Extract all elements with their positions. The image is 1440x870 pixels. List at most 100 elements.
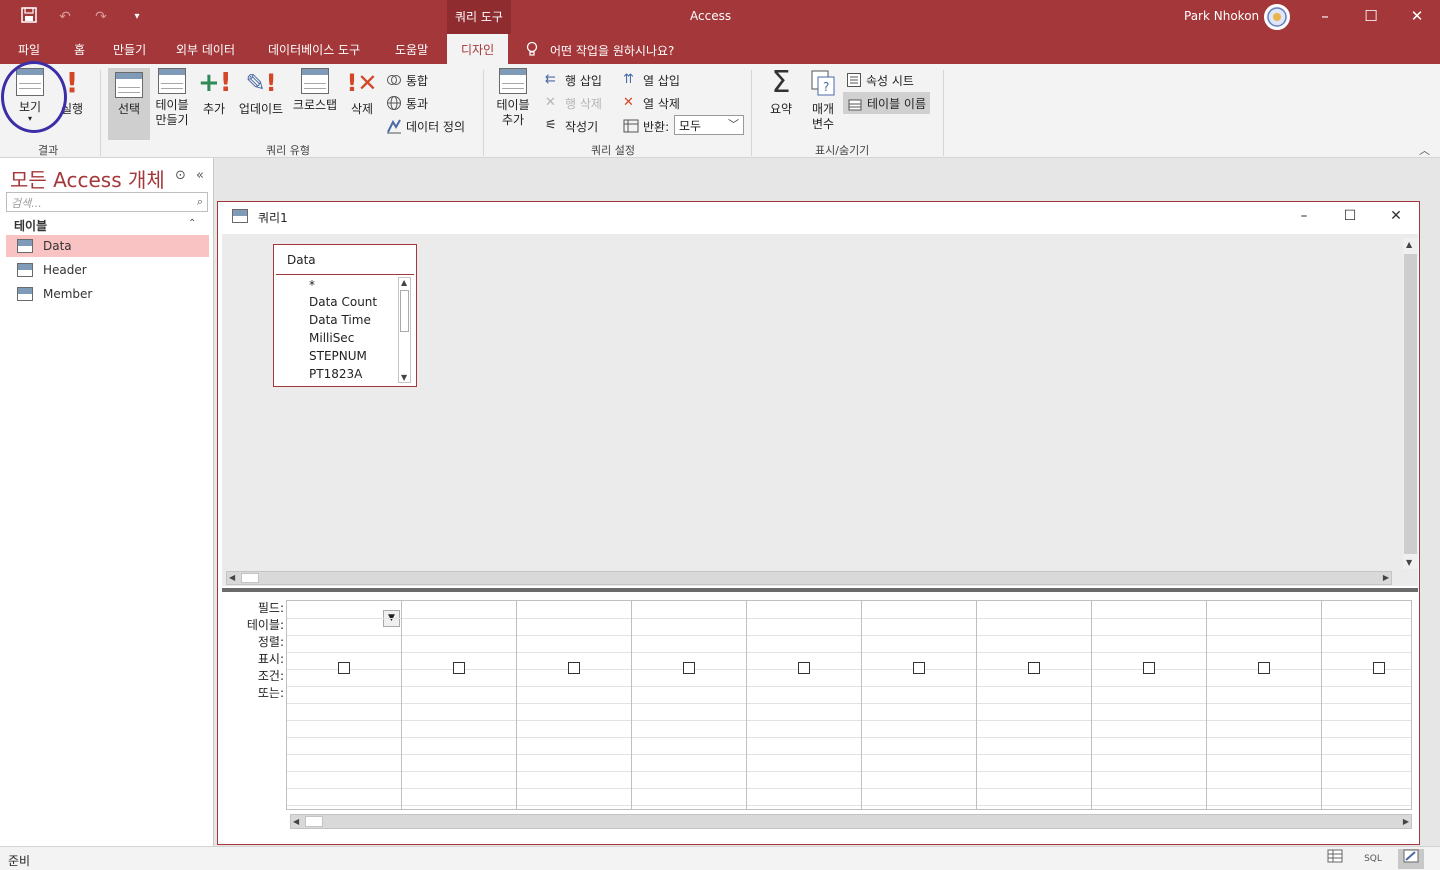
field-item[interactable]: MilliSec [309, 331, 354, 345]
collapse-ribbon-icon[interactable]: ︿ [1419, 142, 1430, 158]
scroll-right-icon[interactable]: ▶ [1383, 573, 1389, 582]
user-name[interactable]: Park Nhokon [1184, 9, 1259, 23]
vscroll-thumb[interactable] [1404, 254, 1417, 554]
field-item[interactable]: * [309, 278, 315, 292]
datasheet-view-icon[interactable] [1322, 849, 1348, 869]
show-checkbox[interactable] [913, 662, 925, 674]
scroll-left-icon[interactable]: ◀ [229, 573, 235, 582]
grid-column[interactable] [1092, 601, 1207, 809]
tab-design[interactable]: 디자인 [447, 34, 509, 64]
show-checkbox[interactable] [338, 662, 350, 674]
nav-item-data[interactable]: Data [6, 235, 209, 257]
totals-button[interactable]: Σ 요약 [764, 68, 798, 117]
close-icon[interactable]: ✕ [1373, 202, 1419, 230]
update-query-button[interactable]: ✎! 업데이트 [236, 68, 286, 117]
scroll-down-icon[interactable]: ▼ [1406, 558, 1412, 567]
tab-external-data[interactable]: 외부 데이터 [176, 41, 235, 58]
select-query-button[interactable]: 선택 [108, 68, 150, 140]
grid-column[interactable] [1322, 601, 1411, 809]
grid-column[interactable] [402, 601, 517, 809]
tab-help[interactable]: 도움말 [395, 41, 428, 58]
table-pane[interactable]: Data * Data Count Data Time MilliSec STE… [222, 234, 1418, 586]
nav-item-member[interactable]: Member [6, 283, 209, 305]
show-checkbox[interactable] [568, 662, 580, 674]
nav-item-header[interactable]: Header [6, 259, 209, 281]
search-icon[interactable]: ⌕ [197, 195, 203, 209]
append-query-button[interactable]: +! 추가 [198, 68, 232, 117]
show-checkbox[interactable] [683, 662, 695, 674]
show-checkbox[interactable] [798, 662, 810, 674]
maximize-icon[interactable]: ☐ [1327, 202, 1373, 230]
grid-column[interactable] [632, 601, 747, 809]
nav-search-input[interactable]: 검색... ⌕ [6, 192, 208, 212]
grid-column[interactable] [977, 601, 1092, 809]
customize-qat-icon[interactable]: ▾ [126, 7, 148, 27]
grid-column[interactable] [287, 601, 402, 809]
show-checkbox[interactable] [1373, 662, 1385, 674]
field-list-data[interactable]: Data * Data Count Data Time MilliSec STE… [273, 244, 417, 387]
table-pane-hscrollbar[interactable]: ◀ ▶ [226, 571, 1392, 585]
show-checkbox[interactable] [1028, 662, 1040, 674]
collapse-group-icon[interactable]: ⌃ [188, 218, 196, 229]
grid-column[interactable] [517, 601, 632, 809]
delete-columns-button[interactable]: ✕ 열 삭제 [623, 93, 680, 113]
scroll-left-icon[interactable]: ◀ [293, 817, 299, 826]
builder-button[interactable]: ⚟ 작성기 [545, 116, 598, 136]
grid-column[interactable] [862, 601, 977, 809]
delete-query-button[interactable]: !✕ 삭제 [346, 68, 378, 117]
property-sheet-button[interactable]: 속성 시트 [846, 70, 914, 90]
field-item[interactable]: STEPNUM [309, 349, 367, 363]
field-item[interactable]: PT1823A [309, 367, 362, 381]
crosstab-query-button[interactable]: 크로스탭 [290, 68, 340, 113]
tab-file[interactable]: 파일 [18, 41, 40, 58]
field-list-scrollbar[interactable]: ▲ ▼ [398, 277, 411, 383]
pass-through-button[interactable]: 통과 [386, 93, 428, 113]
scroll-up-icon[interactable]: ▲ [401, 278, 407, 287]
table-names-button[interactable]: 테이블 이름 [843, 92, 931, 114]
tab-create[interactable]: 만들기 [113, 41, 146, 58]
data-definition-button[interactable]: 데이터 정의 [386, 116, 465, 136]
tell-me-box[interactable]: 어떤 작업을 원하시나요? [526, 41, 674, 60]
insert-columns-button[interactable]: ⇈ 열 삽입 [623, 70, 680, 90]
nav-pane-title[interactable]: 모든 Access 개체 [10, 164, 165, 193]
field-item[interactable]: Data Count [309, 295, 377, 309]
show-checkbox[interactable] [1258, 662, 1270, 674]
show-checkbox[interactable] [1143, 662, 1155, 674]
grid-hscrollbar[interactable]: ◀ ▶ [290, 814, 1412, 829]
undo-icon[interactable]: ↶ [54, 7, 76, 27]
nav-group-tables[interactable]: 테이블 [14, 217, 47, 234]
grid-column[interactable] [747, 601, 862, 809]
grid-hscroll-thumb[interactable] [305, 816, 323, 827]
grid-column[interactable] [1207, 601, 1322, 809]
field-item[interactable]: Data Time [309, 313, 371, 327]
close-icon[interactable]: ✕ [1394, 0, 1440, 34]
tab-database-tools[interactable]: 데이터베이스 도구 [268, 41, 360, 58]
scroll-up-icon[interactable]: ▲ [1406, 240, 1412, 249]
return-select[interactable]: 모두 ﹀ [674, 115, 744, 135]
user-avatar[interactable] [1264, 4, 1290, 30]
field-list-title[interactable]: Data [287, 253, 316, 267]
redo-icon[interactable]: ↷ [90, 7, 112, 27]
minimize-icon[interactable]: – [1281, 202, 1327, 230]
save-icon[interactable] [18, 7, 40, 27]
insert-rows-button[interactable]: ⇇ 행 삽입 [545, 70, 602, 90]
show-table-button[interactable]: 테이블 추가 [493, 68, 533, 128]
design-view-icon[interactable] [1398, 849, 1424, 869]
design-grid[interactable]: ▼ [286, 600, 1412, 810]
sql-view-button[interactable]: SQL [1360, 849, 1386, 869]
collapse-nav-icon[interactable]: « [196, 168, 204, 183]
delete-rows-button[interactable]: ✕ 행 삭제 [545, 93, 602, 113]
nav-menu-dropdown-icon[interactable]: ⊙ [175, 168, 186, 183]
hscroll-thumb[interactable] [241, 573, 259, 583]
tab-home[interactable]: 홈 [74, 41, 85, 58]
scroll-down-icon[interactable]: ▼ [401, 373, 407, 382]
scroll-right-icon[interactable]: ▶ [1403, 817, 1409, 826]
query-window-titlebar[interactable]: 쿼리1 – ☐ ✕ [218, 202, 1419, 230]
show-checkbox[interactable] [453, 662, 465, 674]
splitter-grip[interactable] [798, 587, 834, 590]
field-list-scroll-thumb[interactable] [400, 290, 409, 332]
maximize-icon[interactable]: ☐ [1348, 0, 1394, 34]
union-query-button[interactable]: 통합 [386, 70, 428, 90]
parameters-button[interactable]: ? 매개 변수 [804, 68, 842, 132]
table-pane-vscrollbar[interactable]: ▲ ▼ [1403, 238, 1418, 569]
